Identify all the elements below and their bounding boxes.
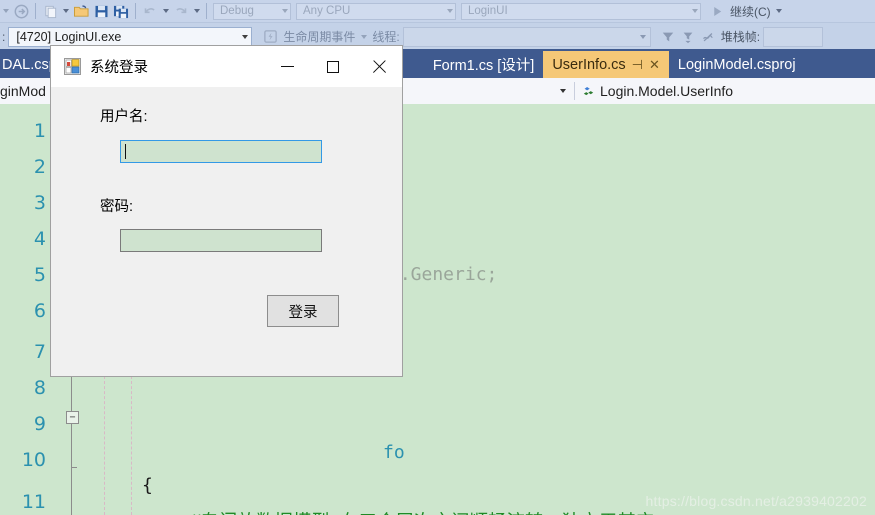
open-file-icon[interactable] (71, 2, 91, 20)
save-all-icon[interactable] (111, 2, 131, 20)
dialog-window-buttons (264, 46, 402, 87)
lifecycle-caret[interactable] (358, 28, 369, 46)
login-button[interactable]: 登录 (267, 295, 339, 327)
tab-loginmodel-csproj[interactable]: LoginModel.csproj (668, 51, 805, 78)
undo-icon[interactable] (140, 2, 160, 20)
stackframe-combo[interactable] (763, 26, 824, 47)
continue-caret[interactable] (774, 2, 785, 20)
navigate-back-caret[interactable] (0, 2, 11, 20)
lifecycle-events-icon[interactable] (260, 28, 280, 46)
close-icon (372, 60, 386, 74)
line-number: 9 (33, 413, 46, 435)
lifecycle-events-label[interactable]: 生命周期事件 (280, 28, 358, 45)
line-number: 6 (33, 300, 46, 322)
minimize-button[interactable] (264, 46, 310, 87)
platform-value: Any CPU (303, 5, 351, 17)
line-number: 4 (33, 228, 46, 250)
dialog-titlebar[interactable]: 系统登录 (51, 46, 402, 87)
maximize-button[interactable] (310, 46, 356, 87)
line-number: 5 (33, 264, 46, 286)
fold-toggle-icon[interactable]: − (66, 411, 79, 424)
process-prefix-label: : (2, 29, 6, 44)
password-label: 密码: (100, 199, 134, 215)
process-combo[interactable]: [4720] LoginUI.exe (8, 26, 253, 47)
toolbar-separator (135, 3, 136, 19)
startup-project-value: LoginUI (468, 5, 508, 17)
line-number-gutter: 1 2 3 4 5 6 7 8 9 10 11 (0, 104, 52, 515)
line-number: 11 (21, 491, 46, 513)
toolbar-separator (206, 3, 207, 19)
thread-label: 线程: (372, 30, 400, 44)
line-number: 2 (33, 156, 46, 178)
password-input[interactable] (120, 229, 322, 252)
configuration-value: Debug (220, 5, 254, 17)
toolbar-separator (35, 3, 36, 19)
main-toolbar: Debug Any CPU LoginUI 继续(C) (0, 0, 875, 22)
tab-label: UserInfo.cs (552, 56, 626, 73)
platform-combo[interactable]: Any CPU (296, 2, 456, 20)
new-item-icon[interactable] (40, 2, 60, 20)
pin-icon[interactable]: ⊣ (632, 57, 643, 73)
navigate-forward-icon[interactable] (11, 2, 31, 20)
dialog-body: 用户名: 密码: 登录 (51, 87, 402, 376)
breadcrumb-type-caret[interactable] (557, 82, 568, 100)
filter-icon[interactable] (658, 28, 678, 46)
code-using-generic: s.Generic; (389, 264, 498, 285)
login-dialog[interactable]: 系统登录 用户名: 密码: 登录 (50, 45, 403, 377)
breadcrumb-member-label: Login.Model.UserInfo (600, 83, 734, 99)
line-number: 3 (33, 192, 46, 214)
undo-caret[interactable] (160, 2, 171, 20)
username-input[interactable] (120, 140, 322, 163)
text-caret (125, 144, 126, 159)
username-label: 用户名: (100, 109, 148, 125)
new-item-caret[interactable] (60, 2, 71, 20)
filter-down-icon[interactable] (678, 28, 698, 46)
save-icon[interactable] (91, 2, 111, 20)
redo-icon[interactable] (171, 2, 191, 20)
code-class-tail: fo (383, 442, 405, 463)
line-number: 1 (33, 120, 46, 142)
configuration-combo[interactable]: Debug (213, 2, 291, 20)
line-number: 10 (21, 449, 46, 471)
process-value: [4720] LoginUI.exe (16, 29, 122, 44)
watermark-text: https://blog.csdn.net/a2939402202 (645, 493, 867, 509)
line-number: 7 (33, 341, 46, 363)
dialog-title: 系统登录 (90, 60, 148, 76)
thread-combo[interactable] (402, 26, 651, 47)
startup-project-combo[interactable]: LoginUI (461, 2, 701, 20)
tab-form1-design[interactable]: Form1.cs [设计] (423, 51, 544, 78)
minimize-icon (280, 66, 294, 67)
stackframe-label: 堆栈帧: (720, 30, 761, 44)
redo-caret[interactable] (191, 2, 202, 20)
winforms-icon (64, 58, 81, 75)
line-number: 8 (33, 377, 46, 399)
code-comment-main: //专门放数据模型, 在三个层次之间顺畅流转，独立于其它 (190, 508, 655, 515)
continue-play-icon[interactable] (707, 2, 727, 20)
breadcrumb-member[interactable]: Login.Model.UserInfo (575, 78, 875, 104)
close-button[interactable] (356, 46, 402, 87)
tab-label: DAL.csp (2, 56, 57, 73)
tab-label: LoginModel.csproj (677, 56, 796, 73)
maximize-icon (327, 60, 339, 73)
indent-guide (131, 376, 132, 515)
tab-label: Form1.cs [设计] (432, 58, 535, 74)
code-brace-open: { (142, 475, 153, 496)
class-icon (581, 84, 596, 99)
tab-userinfo-cs[interactable]: UserInfo.cs ⊣ ✕ (543, 51, 669, 78)
continue-label[interactable]: 继续(C) (727, 3, 774, 20)
no-flow-icon[interactable] (698, 28, 718, 46)
close-icon[interactable]: ✕ (649, 57, 660, 73)
indent-guide (104, 376, 105, 515)
breadcrumb-project[interactable]: ginMod (0, 78, 46, 104)
breadcrumb-project-label: ginMod (0, 83, 46, 99)
vs-window: Debug Any CPU LoginUI 继续(C) : [4720] Log… (0, 0, 875, 515)
